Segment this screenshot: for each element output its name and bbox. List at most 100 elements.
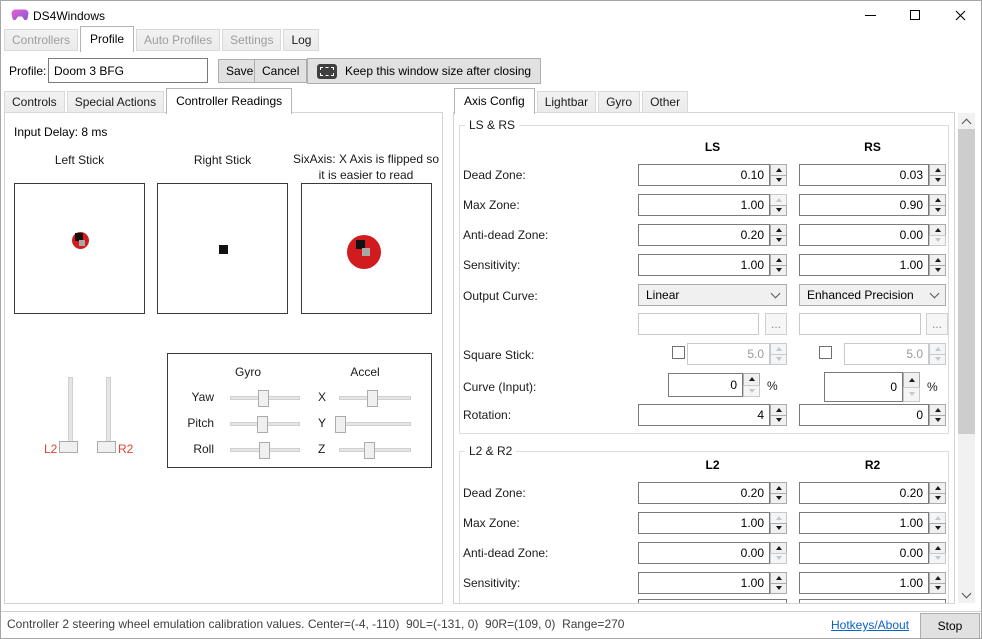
rs-curve-input[interactable]: 0 [824,372,903,402]
r2-trigger-track[interactable] [106,377,111,446]
axis-config-scrollbar[interactable] [958,113,975,603]
spin-down-button[interactable] [929,523,946,535]
ds4windows-window: DS4Windows Controllers Profile Auto Prof… [0,0,982,639]
accel-z-slider-track[interactable] [339,448,411,452]
rs-dead-zone-input[interactable]: 0.03 [799,164,929,186]
profile-name-input[interactable] [48,58,208,83]
rs-rotation-input[interactable]: 0 [799,404,929,426]
accel-z-slider-handle[interactable] [364,442,375,459]
spin-down-button[interactable] [929,175,946,187]
r2-sensitivity-input[interactable]: 1.00 [799,572,929,594]
ls-sensitivity-spinner[interactable] [770,254,787,276]
r2-max-zone-spinner[interactable] [929,512,946,534]
spin-down-button[interactable] [770,175,787,187]
r2-sensitivity-spinner[interactable] [929,572,946,594]
stop-button[interactable]: Stop [920,613,980,639]
spin-down-button [929,354,946,366]
rs-output-curve-select[interactable]: Enhanced Precision [799,284,946,306]
ls-max-zone-spinner[interactable] [770,194,787,216]
rs-curve-spinner[interactable] [903,372,920,402]
l2-anti-dead-zone-spinner[interactable] [770,542,787,564]
maximize-button[interactable] [902,5,928,25]
spin-down-button[interactable] [770,265,787,277]
spin-down-button[interactable] [770,415,787,427]
accel-header: Accel [335,365,395,379]
tab-profile[interactable]: Profile [80,26,134,52]
ls-output-curve-select[interactable]: Linear [638,284,787,306]
minimize-button[interactable] [857,5,883,25]
l2-sensitivity-spinner[interactable] [770,572,787,594]
l2-sensitivity-input[interactable]: 1.00 [638,572,770,594]
ls-square-stick-checkbox[interactable] [672,346,685,359]
tab-lightbar[interactable]: Lightbar [537,91,596,113]
rs-custom-curve-input[interactable] [799,313,921,335]
scroll-down-button[interactable] [958,586,975,603]
rs-rotation-spinner[interactable] [929,404,946,426]
tab-other[interactable]: Other [642,91,688,113]
ls-dead-zone-spinner[interactable] [770,164,787,186]
ls-anti-dead-zone-input[interactable]: 0.20 [638,224,770,246]
tab-special-actions[interactable]: Special Actions [67,91,164,113]
spin-down-button[interactable] [770,493,787,505]
tab-axis-config[interactable]: Axis Config [454,88,535,114]
spin-down-button[interactable] [929,493,946,505]
l2-anti-dead-zone-input[interactable]: 0.00 [638,542,770,564]
pitch-slider-handle[interactable] [257,416,268,433]
r2-dead-zone-spinner[interactable] [929,482,946,504]
accel-y-slider-track[interactable] [339,422,411,426]
spin-down-button[interactable] [929,265,946,277]
ls-dead-zone-input[interactable]: 0.10 [638,164,770,186]
r2-max-zone-input[interactable]: 1.00 [799,512,929,534]
rs-anti-dead-zone-spinner[interactable] [929,224,946,246]
ls-rotation-input[interactable]: 4 [638,404,770,426]
r2-anti-dead-zone-spinner[interactable] [929,542,946,564]
rs-max-zone-spinner[interactable] [929,194,946,216]
rs-dead-zone-spinner[interactable] [929,164,946,186]
spin-down-button[interactable] [929,583,946,595]
l2-trigger-handle[interactable] [59,441,78,453]
yaw-slider-handle[interactable] [258,390,269,407]
r2-trigger-handle[interactable] [97,441,116,453]
l2-dead-zone-spinner[interactable] [770,482,787,504]
ls-curve-spinner[interactable] [743,373,760,397]
rs-square-stick-checkbox[interactable] [819,346,832,359]
close-button[interactable] [947,5,973,25]
ls-max-zone-input[interactable]: 1.00 [638,194,770,216]
spin-down-button[interactable] [770,235,787,247]
tab-gyro[interactable]: Gyro [598,91,640,113]
rs-sensitivity-input[interactable]: 1.00 [799,254,929,276]
tab-log[interactable]: Log [283,29,319,51]
rs-sensitivity-spinner[interactable] [929,254,946,276]
l2-trigger-track[interactable] [68,377,73,446]
cancel-button[interactable]: Cancel [254,59,307,83]
r2-anti-dead-zone-input[interactable]: 0.00 [799,542,929,564]
spin-down-button[interactable] [770,583,787,595]
spin-up-button[interactable] [903,372,920,388]
rs-max-zone-input[interactable]: 0.90 [799,194,929,216]
accel-y-slider-handle[interactable] [335,416,346,433]
spin-down-button[interactable] [929,415,946,427]
ls-anti-dead-zone-spinner[interactable] [770,224,787,246]
ls-curve-input[interactable]: 0 [668,373,743,397]
rs-anti-dead-zone-input[interactable]: 0.00 [799,224,929,246]
scroll-up-button[interactable] [958,113,975,130]
rs-custom-curve-browse-button[interactable]: ... [926,313,948,335]
spin-down-button[interactable] [770,523,787,535]
tab-controller-readings[interactable]: Controller Readings [166,88,292,114]
ls-custom-curve-input[interactable] [638,313,759,335]
ls-rotation-spinner[interactable] [770,404,787,426]
l2-max-zone-spinner[interactable] [770,512,787,534]
ls-sensitivity-input[interactable]: 1.00 [638,254,770,276]
l2-dead-zone-input[interactable]: 0.20 [638,482,770,504]
hotkeys-about-link[interactable]: Hotkeys/About [831,618,909,632]
keep-window-size-button[interactable]: Keep this window size after closing [307,58,541,84]
roll-slider-handle[interactable] [259,442,270,459]
ls-custom-curve-browse-button[interactable]: ... [765,313,787,335]
accel-x-slider-handle[interactable] [367,390,378,407]
scrollbar-thumb[interactable] [958,129,975,434]
tab-controls[interactable]: Controls [4,91,65,113]
r2-dead-zone-input[interactable]: 0.20 [799,482,929,504]
spin-down-button[interactable] [929,205,946,217]
l2-max-zone-input[interactable]: 1.00 [638,512,770,534]
spin-down-button[interactable] [770,205,787,217]
